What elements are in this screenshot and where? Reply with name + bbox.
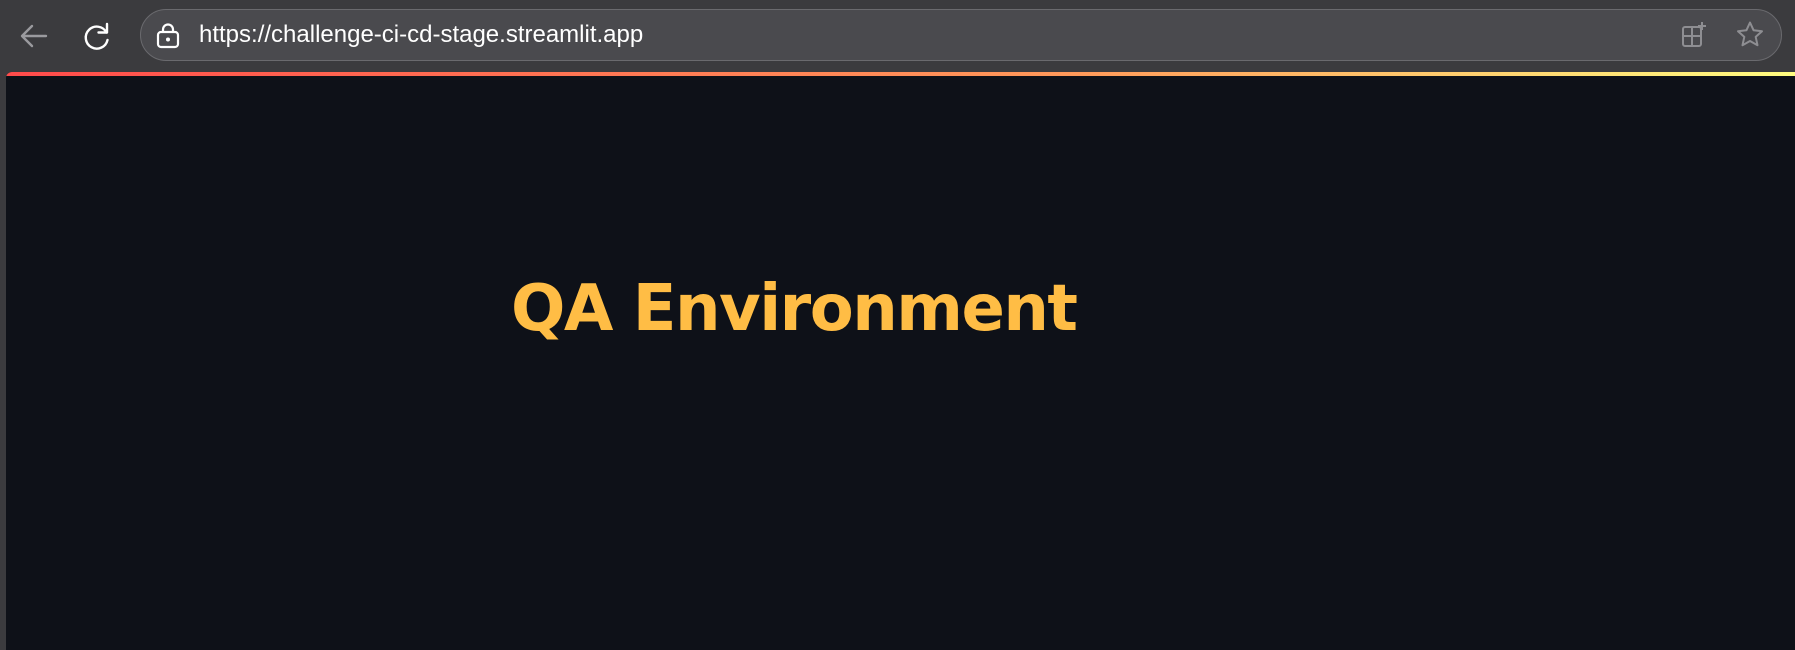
lock-icon[interactable] [155,23,181,49]
browser-toolbar: https://challenge-ci-cd-stage.streamlit.… [0,0,1795,73]
reload-button[interactable] [77,16,117,56]
back-button[interactable] [14,16,54,56]
reload-icon [84,22,109,50]
page-title: QA Environment [511,272,1078,346]
app-viewport: QA Environment [6,72,1795,650]
star-icon [1737,21,1763,47]
add-to-collections-icon [1682,22,1706,47]
header-decoration-bar [6,72,1795,76]
url-text[interactable]: https://challenge-ci-cd-stage.streamlit.… [199,10,643,59]
back-arrow-icon [20,24,48,48]
add-to-collections-button[interactable] [1679,20,1709,50]
address-bar[interactable]: https://challenge-ci-cd-stage.streamlit.… [140,9,1782,61]
favorite-button[interactable] [1735,20,1765,50]
